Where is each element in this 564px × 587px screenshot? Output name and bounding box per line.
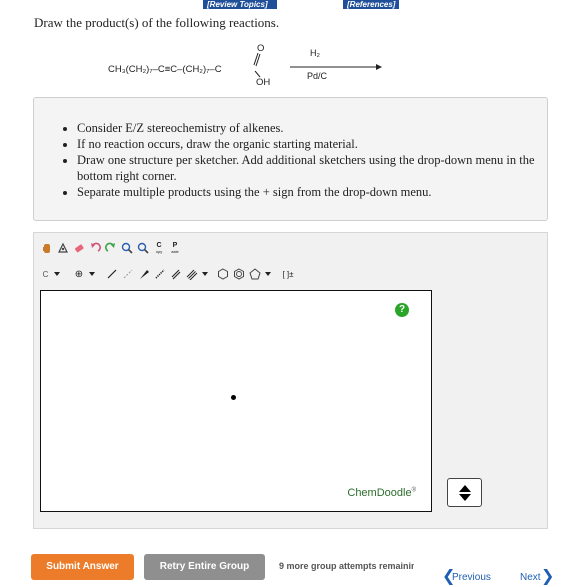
- next-link[interactable]: Next: [520, 572, 541, 583]
- paste-button-label: P: [172, 242, 178, 249]
- bracket-button[interactable]: [ ]±: [279, 267, 297, 281]
- wedge-bond-icon[interactable]: [137, 267, 151, 281]
- reaction-scheme: CH₃(CH₂)₇–C≡C–(CH₂)₇–C O OH H₂ Pd/C: [108, 43, 382, 88]
- submit-answer-button[interactable]: Submit Answer: [31, 554, 134, 580]
- cyclopentane-icon[interactable]: [248, 267, 262, 281]
- bracket-button-label: [ ]±: [282, 269, 294, 279]
- question-title: Draw the product(s) of the following rea…: [34, 15, 280, 30]
- chevron-down-icon[interactable]: [201, 267, 208, 281]
- cyclohexane-icon[interactable]: [216, 267, 230, 281]
- chemdoodle-registered-mark: ®: [411, 487, 416, 494]
- reagent-h2: H₂: [310, 48, 320, 58]
- instructions-box: Consider E/Z stereochemistry of alkenes.…: [33, 97, 548, 221]
- copy-button-sub: opy: [155, 249, 163, 254]
- carbonyl-oxygen: O: [257, 43, 264, 54]
- hydroxyl-group: OH: [256, 77, 270, 88]
- chemdoodle-logo: ChemDoodle®: [347, 487, 416, 499]
- instructions-list: Consider E/Z stereochemistry of alkenes.…: [34, 98, 547, 200]
- chemdoodle-logo-text: ChemDoodle: [347, 487, 412, 499]
- atom-button-label: C: [42, 269, 49, 279]
- chevron-down-icon[interactable]: [53, 267, 60, 281]
- toolbar-row-1: C opy P aste: [40, 241, 184, 255]
- zoom-in-icon[interactable]: [120, 241, 134, 255]
- double-bond-icon[interactable]: [169, 267, 183, 281]
- reactant-formula: CH₃(CH₂)₇–C≡C–(CH₂)₇–C: [108, 64, 222, 75]
- help-button[interactable]: ?: [395, 303, 409, 317]
- reaction-arrowhead: [376, 64, 382, 70]
- charge-button-label: ⊕: [74, 268, 84, 280]
- previous-link[interactable]: Previous: [452, 572, 491, 583]
- chevron-down-icon[interactable]: [88, 267, 95, 281]
- undo-icon[interactable]: [88, 241, 102, 255]
- atom-button[interactable]: C: [40, 267, 51, 281]
- hash-bond-icon[interactable]: [153, 267, 167, 281]
- sketcher-count-selector[interactable]: [447, 478, 482, 507]
- lasso-icon[interactable]: [56, 241, 70, 255]
- charge-button[interactable]: ⊕: [72, 267, 86, 281]
- benzene-icon[interactable]: [232, 267, 246, 281]
- bond-length-icon[interactable]: [121, 267, 135, 281]
- zoom-out-icon[interactable]: [136, 241, 150, 255]
- hand-icon[interactable]: [40, 241, 54, 255]
- retry-group-button[interactable]: Retry Entire Group: [144, 554, 265, 580]
- references-link[interactable]: [References]: [343, 0, 399, 9]
- canvas-dot: [231, 395, 236, 400]
- next-arrow-icon[interactable]: ❯: [541, 568, 554, 584]
- attempts-remaining: 9 more group attempts remaining: [279, 561, 414, 571]
- reagent-catalyst: Pd/C: [307, 71, 328, 81]
- triple-bond-icon[interactable]: [185, 267, 199, 281]
- paste-button[interactable]: P aste: [168, 241, 182, 255]
- toolbar-row-2: C ⊕ [ ]±: [40, 267, 299, 281]
- redo-icon[interactable]: [104, 241, 118, 255]
- copy-button-label: C: [156, 242, 162, 249]
- top-links: [Review Topics] [References]: [0, 0, 564, 9]
- chevron-down-icon[interactable]: [264, 267, 271, 281]
- instruction-item: If no reaction occurs, draw the organic …: [77, 136, 547, 152]
- paste-button-sub: aste: [171, 249, 179, 254]
- review-topics-link[interactable]: [Review Topics]: [203, 0, 277, 9]
- drawing-canvas[interactable]: ? ChemDoodle®: [40, 290, 432, 512]
- copy-button[interactable]: C opy: [152, 241, 166, 255]
- instruction-item: Draw one structure per sketcher. Add add…: [77, 152, 547, 184]
- single-bond-icon[interactable]: [105, 267, 119, 281]
- up-down-arrows-icon: [458, 484, 471, 501]
- instruction-item: Separate multiple products using the + s…: [77, 184, 547, 200]
- eraser-icon[interactable]: [72, 241, 86, 255]
- instruction-item: Consider E/Z stereochemistry of alkenes.: [77, 120, 547, 136]
